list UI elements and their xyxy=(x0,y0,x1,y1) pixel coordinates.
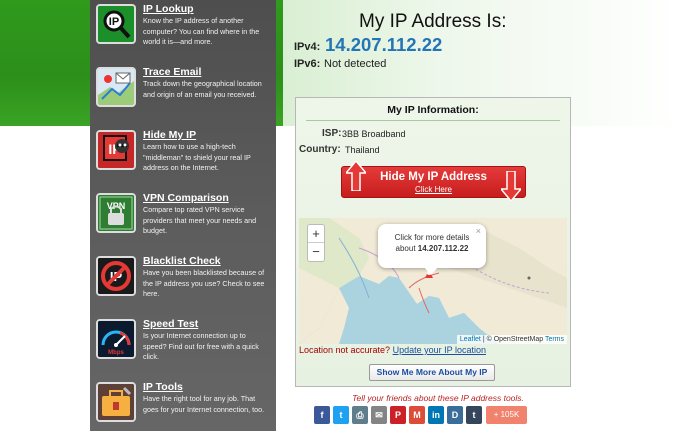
hide-button-title: Hide My IP Address xyxy=(380,171,487,183)
arrow-down-icon xyxy=(501,171,521,201)
popup-tip xyxy=(424,267,438,275)
sidebar-item-desc: Is your Internet connection up to speed?… xyxy=(143,331,259,362)
map-attribution: Leaflet | © OpenStreetMap Terms xyxy=(456,335,567,344)
attribution-text: | © OpenStreetMap xyxy=(480,336,545,343)
share-more-button[interactable]: + 105K xyxy=(486,406,527,424)
main-panel: My IP Address Is: IPv4: 14.207.112.22 IP… xyxy=(283,0,680,431)
sidebar-item-title[interactable]: Speed Test xyxy=(143,318,198,330)
digg-icon[interactable]: D xyxy=(447,406,463,424)
sidebar-item-desc: Have you been blacklisted because of the… xyxy=(143,268,265,299)
sidebar-item-title[interactable]: IP Tools xyxy=(143,381,183,393)
hide-ip-icon: IP xyxy=(96,130,136,170)
hide-button-link[interactable]: Click Here xyxy=(342,185,525,194)
popup-prefix: about xyxy=(395,244,418,253)
email-icon[interactable]: ✉ xyxy=(371,406,387,424)
sidebar-item-title[interactable]: Trace Email xyxy=(143,66,201,78)
sidebar-item-desc: Track down the geographical location and… xyxy=(143,79,262,99)
location-map[interactable]: + − × Click for more details about 14.20… xyxy=(299,218,567,344)
sidebar-item-desc: Know the IP address of another computer?… xyxy=(143,16,260,47)
info-title: My IP Information: xyxy=(387,104,479,116)
ipv4-value: 14.207.112.22 xyxy=(325,34,443,55)
trace-email-icon xyxy=(96,67,136,107)
sidebar-item-title[interactable]: VPN Comparison xyxy=(143,192,229,204)
ipv6-value: Not detected xyxy=(324,58,387,70)
zoom-out-button[interactable]: − xyxy=(308,243,324,261)
twitter-icon[interactable]: t xyxy=(333,406,349,424)
sidebar-item-ip-tools[interactable]: IP Tools Have the right tool for any job… xyxy=(90,378,276,431)
sidebar-item-trace-email[interactable]: Trace Email Track down the geographical … xyxy=(90,63,276,126)
print-icon[interactable]: ⎙ xyxy=(352,406,368,424)
country-value: Thailand xyxy=(345,145,380,155)
share-prompt: Tell your friends about these IP address… xyxy=(352,393,524,403)
svg-text:IP: IP xyxy=(109,16,119,28)
accuracy-text: Location not accurate? xyxy=(299,345,393,355)
terms-link[interactable]: Terms xyxy=(545,336,564,343)
sidebar-item-desc: Have the right tool for any job. That go… xyxy=(143,394,265,414)
sidebar-item-desc: Learn how to use a high-tech "middleman"… xyxy=(143,142,251,173)
gmail-icon[interactable]: M xyxy=(409,406,425,424)
map-popup[interactable]: × Click for more details about 14.207.11… xyxy=(378,224,486,275)
speed-test-icon: Mbps xyxy=(96,319,136,359)
isp-label: ISP: xyxy=(322,128,342,139)
facebook-icon[interactable]: f xyxy=(314,406,330,424)
sidebar-item-title[interactable]: IP Lookup xyxy=(143,3,194,15)
update-location-link[interactable]: Update your IP location xyxy=(393,345,486,355)
pinterest-icon[interactable]: P xyxy=(390,406,406,424)
left-margin xyxy=(0,126,90,431)
isp-value: 3BB Broadband xyxy=(342,129,406,139)
ip-info-box: My IP Information: ISP: 3BB Broadband Co… xyxy=(295,97,571,387)
ipv6-label: IPv6: xyxy=(294,58,321,70)
sidebar-item-speed-test[interactable]: Mbps Speed Test Is your Internet connect… xyxy=(90,315,276,378)
leaflet-link[interactable]: Leaflet xyxy=(460,336,481,343)
sidebar-item-vpn-comparison[interactable]: VPN VPN Comparison Compare top rated VPN… xyxy=(90,189,276,252)
linkedin-icon[interactable]: in xyxy=(428,406,444,424)
sidebar-item-blacklist-check[interactable]: IP Blacklist Check Have you been blackli… xyxy=(90,252,276,315)
sidebar: IP IP Lookup Know the IP address of anot… xyxy=(90,0,276,431)
country-label: Country: xyxy=(299,144,341,155)
blacklist-icon: IP xyxy=(96,256,136,296)
hide-my-ip-button[interactable]: Hide My IP Address Click Here xyxy=(341,161,526,201)
zoom-in-button[interactable]: + xyxy=(308,225,324,243)
sidebar-item-ip-lookup[interactable]: IP IP Lookup Know the IP address of anot… xyxy=(90,0,276,63)
vpn-icon: VPN xyxy=(96,193,136,233)
popup-text: Click for more details about 14.207.112.… xyxy=(384,232,480,254)
ipv4-label: IPv4: xyxy=(294,41,321,53)
show-more-button[interactable]: Show Me More About My IP xyxy=(369,364,495,381)
page-title: My IP Address Is: xyxy=(359,11,507,32)
sidebar-item-title[interactable]: Blacklist Check xyxy=(143,255,221,267)
sidebar-item-desc: Compare top rated VPN service providers … xyxy=(143,205,257,236)
ip-lookup-icon: IP xyxy=(96,4,136,44)
accuracy-note: Location not accurate? Update your IP lo… xyxy=(299,345,486,355)
map-zoom-control: + − xyxy=(307,224,325,262)
popup-line1: Click for more details xyxy=(394,233,470,242)
popup-ip: 14.207.112.22 xyxy=(417,244,469,253)
info-divider xyxy=(306,120,560,121)
sidebar-item-hide-my-ip[interactable]: IP Hide My IP Learn how to use a high-te… xyxy=(90,126,276,189)
sidebar-item-title[interactable]: Hide My IP xyxy=(143,129,196,141)
tumblr-icon[interactable]: t xyxy=(466,406,482,424)
ip-tools-icon xyxy=(96,382,136,422)
svg-text:Mbps: Mbps xyxy=(108,350,124,356)
